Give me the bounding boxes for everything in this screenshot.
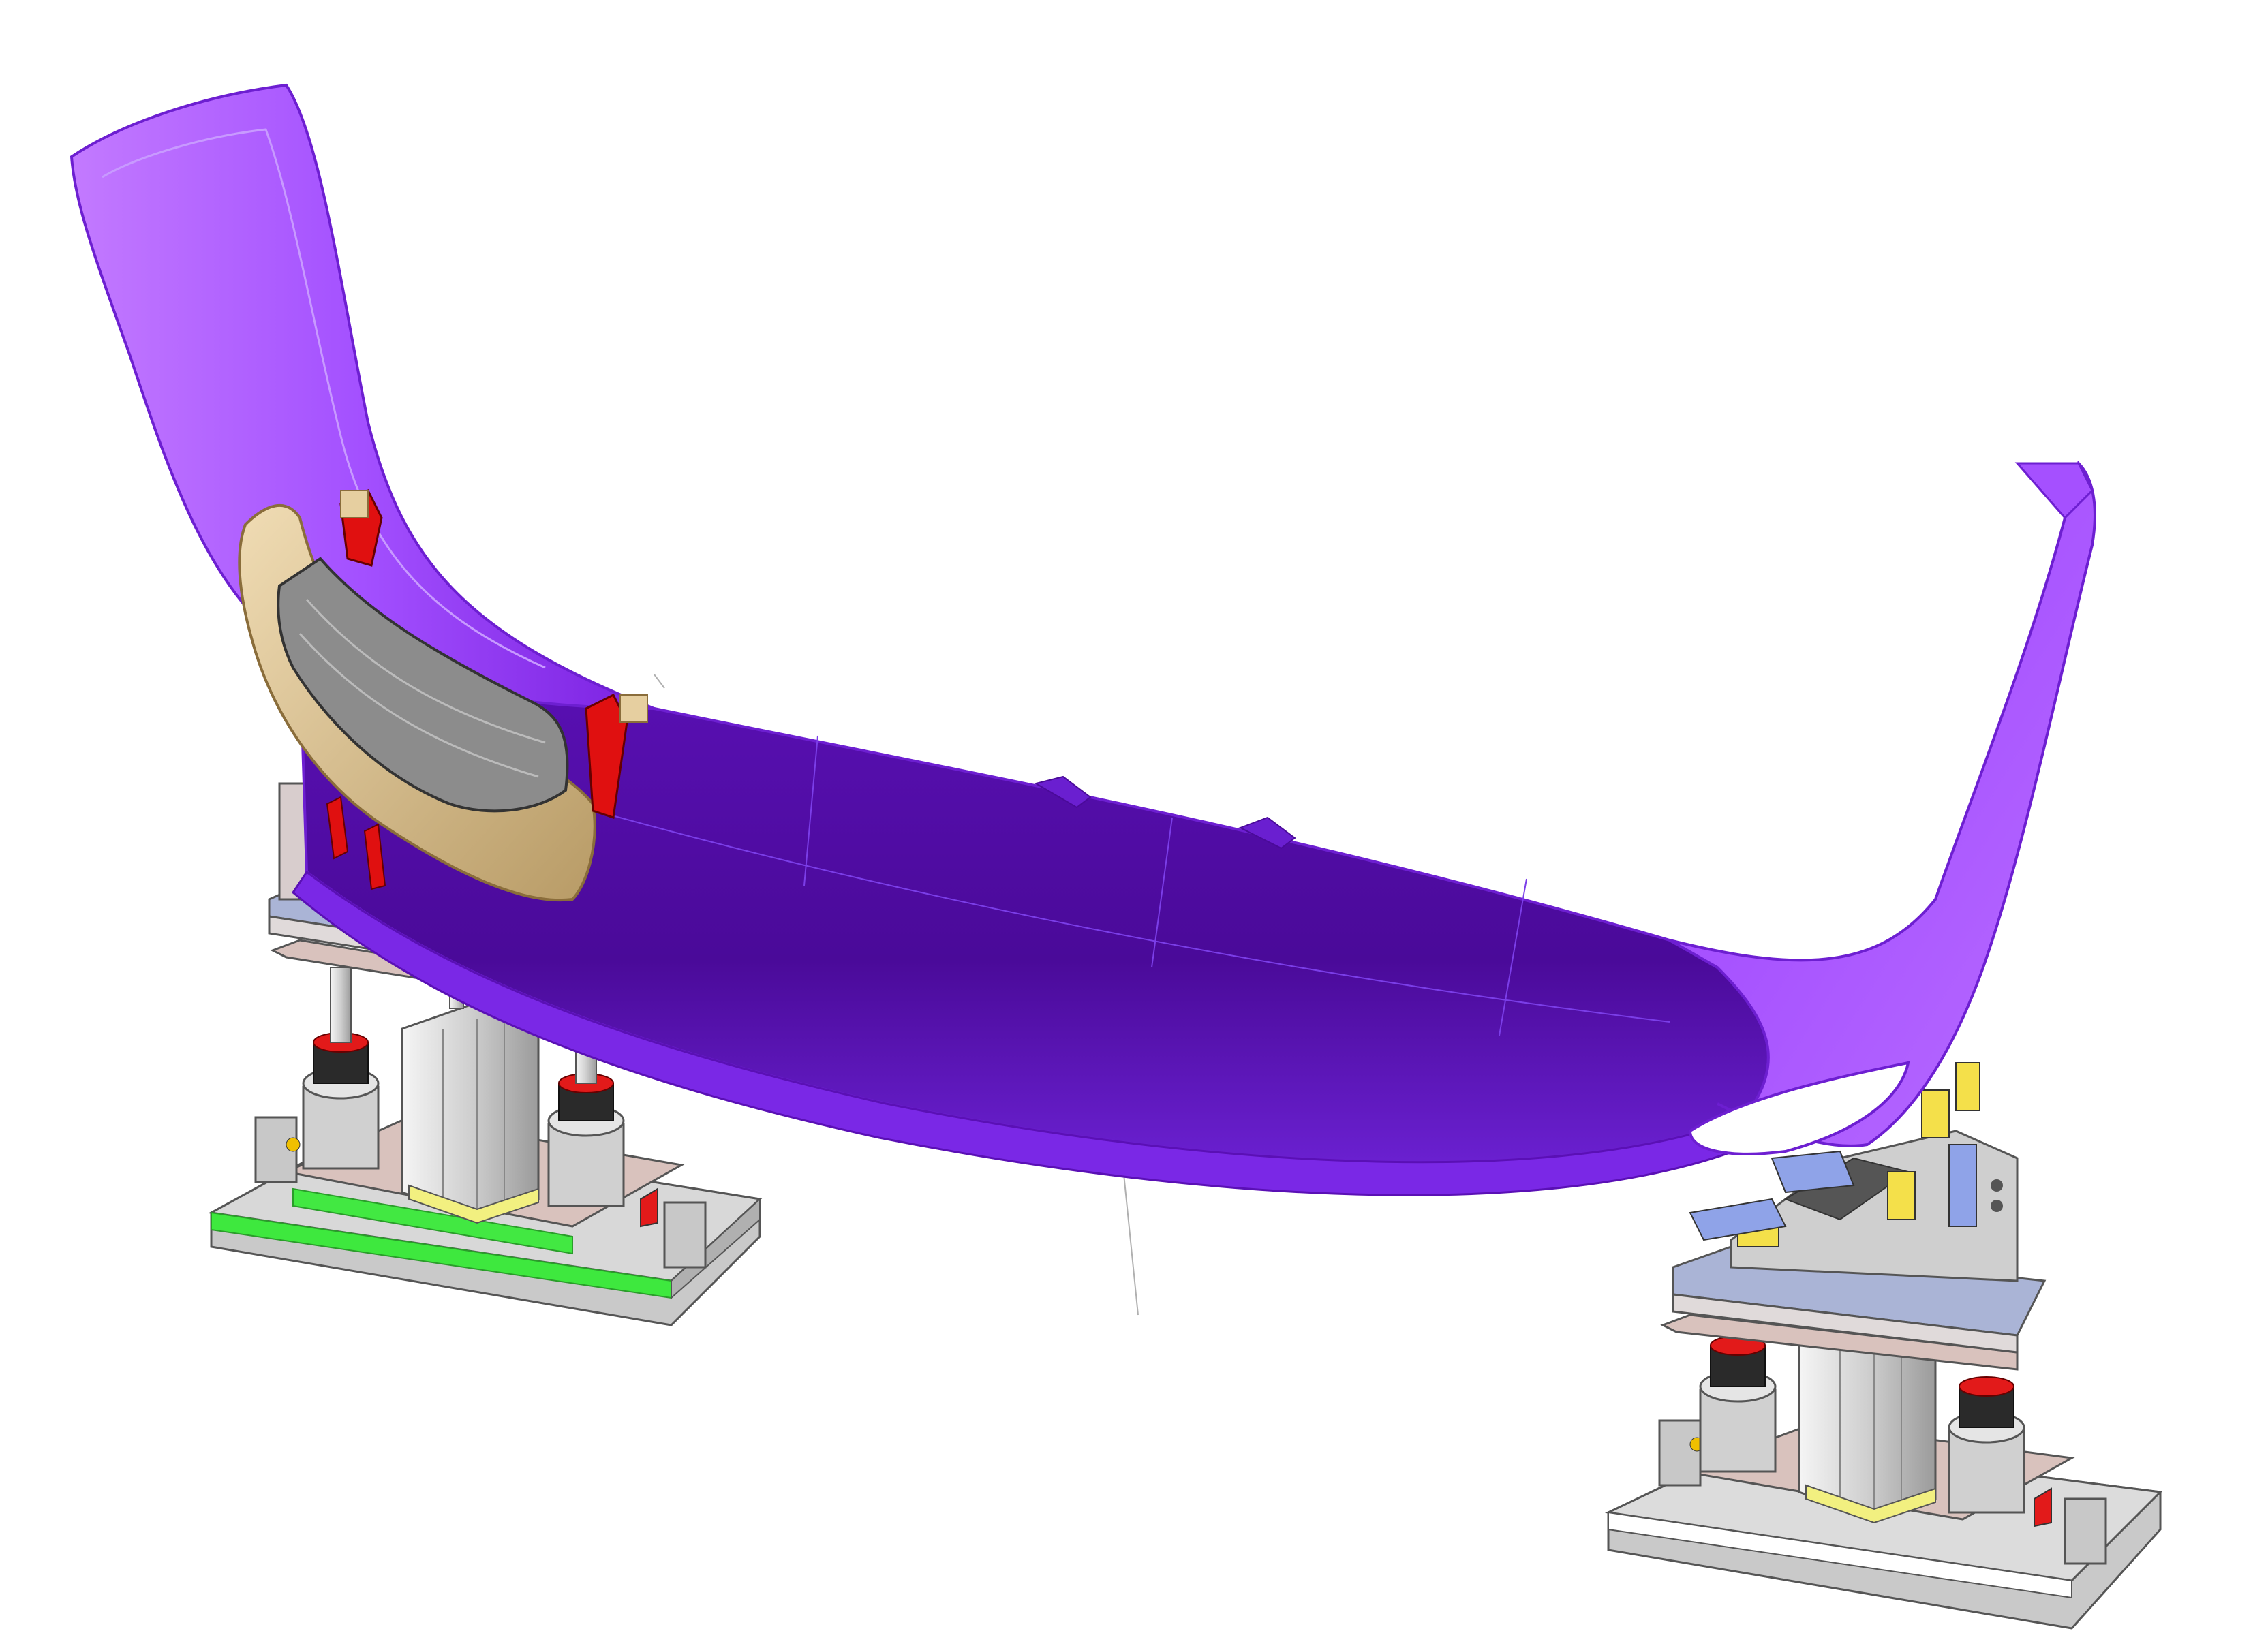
cad-viewport[interactable]	[0, 0, 2268, 1631]
left-bearing-1	[302, 967, 380, 1170]
right-block-a	[1658, 1419, 1702, 1487]
right-block-b	[2064, 1497, 2107, 1565]
left-block-b	[663, 1201, 707, 1269]
right-bearing-2	[1948, 1376, 2025, 1514]
right-bearing-1	[1699, 1335, 1777, 1473]
